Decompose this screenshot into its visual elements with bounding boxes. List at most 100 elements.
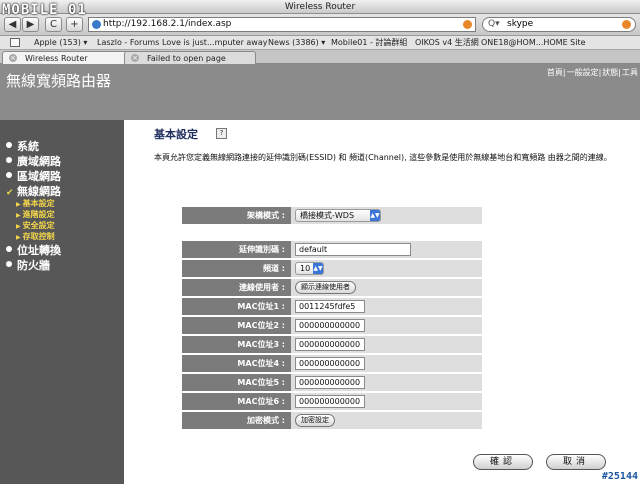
row-essid: 延伸識別碼 : default — [182, 241, 482, 258]
tab-label: Wireless Router — [25, 54, 88, 63]
sidebar-item-label: 廣域網路 — [17, 155, 61, 168]
submenu-security[interactable]: ▶ 安全設定 — [6, 220, 61, 231]
submenu-label: 存取控制 — [22, 232, 55, 241]
search-snapback-icon[interactable] — [622, 20, 631, 29]
mac-value-cell: 0011245fdfe5 — [291, 298, 482, 315]
nav-link-status[interactable]: 狀態 — [602, 68, 618, 77]
row-mac-1: MAC位址1 : 0011245fdfe5 — [182, 298, 482, 315]
sidebar-item-firewall[interactable]: 防火牆 — [6, 257, 61, 272]
channel-select[interactable]: 10 ▲▼ — [295, 262, 324, 275]
tab-label: Failed to open page — [147, 54, 226, 63]
show-connected-users-button[interactable]: 顯示連線使用者 — [295, 281, 356, 294]
mac-label: MAC位址5 : — [182, 374, 291, 391]
forward-button[interactable]: ▶ — [22, 17, 39, 32]
bookmark-item[interactable]: Laszlo - Forums — [97, 36, 159, 49]
browser-toolbar: ◀ ▶ C + http://192.168.2.1/index.asp Q▾ … — [0, 14, 640, 36]
sidebar-item-label: 防火牆 — [17, 259, 50, 272]
mac-1-input[interactable]: 0011245fdfe5 — [295, 300, 365, 313]
mac-label: MAC位址3 : — [182, 336, 291, 353]
row-mac-4: MAC位址4 : 000000000000 — [182, 355, 482, 372]
tab-failed-page[interactable]: × Failed to open page — [124, 51, 256, 64]
mac-5-input[interactable]: 000000000000 — [295, 376, 365, 389]
sidebar-item-label: 位址轉換 — [17, 244, 61, 257]
checkmark-icon: ✔ — [6, 188, 14, 198]
submenu-label: 進階設定 — [22, 210, 55, 219]
submenu-label: 基本設定 — [22, 199, 55, 208]
sidebar-item-nat[interactable]: 位址轉換 — [6, 242, 61, 257]
mac-label: MAC位址2 : — [182, 317, 291, 334]
window-title: Wireless Router — [0, 0, 640, 14]
mac-6-input[interactable]: 000000000000 — [295, 395, 365, 408]
mac-value-cell: 000000000000 — [291, 317, 482, 334]
select-arrow-icon: ▲▼ — [313, 263, 323, 274]
mode-value-cell: 橋接模式-WDS ▲▼ — [291, 207, 482, 224]
address-bar[interactable]: http://192.168.2.1/index.asp — [88, 17, 476, 32]
encryption-cell: 加密設定 — [291, 412, 482, 429]
row-mac-3: MAC位址3 : 000000000000 — [182, 336, 482, 353]
row-mac-6: MAC位址6 : 000000000000 — [182, 393, 482, 410]
essid-label: 延伸識別碼 : — [182, 241, 291, 258]
channel-select-value: 10 — [300, 264, 311, 273]
essid-input[interactable]: default — [295, 243, 411, 256]
mac-label: MAC位址1 : — [182, 298, 291, 315]
mac-4-input[interactable]: 000000000000 — [295, 357, 365, 370]
search-input[interactable]: Q▾ skype — [482, 17, 636, 32]
encryption-settings-button[interactable]: 加密設定 — [295, 414, 335, 427]
mac-value-cell: 000000000000 — [291, 374, 482, 391]
row-connected-users: 連線使用者 : 顯示連線使用者 — [182, 279, 482, 296]
sidebar-item-wireless[interactable]: ✔ 無線網路 — [6, 183, 61, 198]
close-tab-icon[interactable]: × — [131, 54, 139, 62]
submenu-label: 安全設定 — [22, 221, 55, 230]
submenu-advanced[interactable]: ▶ 進階設定 — [6, 209, 61, 220]
add-bookmark-button[interactable]: + — [66, 17, 83, 32]
submenu-access-control[interactable]: ▶ 存取控制 — [6, 231, 61, 242]
arrow-icon: ▶ — [16, 201, 21, 208]
row-encryption: 加密模式 : 加密設定 — [182, 412, 482, 429]
bookmark-item[interactable]: OIKOS v4 生活網 — [415, 36, 479, 49]
mac-label: MAC位址6 : — [182, 393, 291, 410]
bookmark-item[interactable]: News (3386) ▾ — [268, 36, 325, 49]
site-favicon-icon — [92, 20, 101, 29]
mac-2-input[interactable]: 000000000000 — [295, 319, 365, 332]
main-content: 基本設定 ? 本頁允許您定義無線網路連接的延伸識別碼(ESSID) 和 頻道(C… — [124, 120, 640, 484]
mac-3-input[interactable]: 000000000000 — [295, 338, 365, 351]
nav-link-home[interactable]: 首頁 — [547, 68, 563, 77]
sidebar-menu: 系統 廣域網路 區域網路 ✔ 無線網路 ▶ 基本設定 ▶ 進階設定 ▶ 安全設定 ▶ 存取… — [6, 138, 61, 272]
sidebar-item-label: 區域網路 — [17, 170, 61, 183]
sidebar: 系統 廣域網路 區域網路 ✔ 無線網路 ▶ 基本設定 ▶ 進階設定 ▶ 安全設定 ▶ 存取… — [0, 120, 124, 484]
cancel-button[interactable]: 取消 — [546, 454, 606, 470]
connected-users-label: 連線使用者 : — [182, 279, 291, 296]
bullet-icon — [6, 261, 12, 267]
sidebar-item-wan[interactable]: 廣域網路 — [6, 153, 61, 168]
mode-select[interactable]: 橋接模式-WDS ▲▼ — [295, 209, 381, 222]
bullet-icon — [6, 142, 12, 148]
mobile01-watermark-logo: MOBILE 01 — [2, 2, 87, 18]
encryption-label: 加密模式 : — [182, 412, 291, 429]
url-text: http://192.168.2.1/index.asp — [103, 19, 232, 29]
mac-value-cell: 000000000000 — [291, 355, 482, 372]
snapback-icon[interactable] — [463, 20, 472, 29]
arrow-icon: ▶ — [16, 223, 21, 230]
bookmark-item[interactable]: Mobile01 - 討論群組 — [331, 36, 407, 49]
close-tab-icon[interactable]: × — [9, 54, 17, 62]
bookmark-item[interactable]: ONE18@HOM...HOME Site — [481, 36, 586, 49]
bookmarks-book-icon[interactable] — [10, 38, 20, 47]
submenu-basic[interactable]: ▶ 基本設定 — [6, 198, 61, 209]
back-button[interactable]: ◀ — [4, 17, 21, 32]
nav-link-general[interactable]: 一般設定 — [567, 68, 599, 77]
help-icon[interactable]: ? — [216, 128, 227, 139]
nav-link-tools[interactable]: 工具 — [622, 68, 638, 77]
sidebar-item-system[interactable]: 系統 — [6, 138, 61, 153]
sidebar-item-lan[interactable]: 區域網路 — [6, 168, 61, 183]
reload-button[interactable]: C — [45, 17, 62, 32]
search-icon: Q▾ — [488, 19, 500, 29]
bookmarks-bar: Apple (153) ▾ Laszlo - Forums Love is ju… — [0, 36, 640, 50]
tab-wireless-router[interactable]: × Wireless Router — [2, 51, 130, 64]
page-description: 本頁允許您定義無線網路連接的延伸識別碼(ESSID) 和 頻道(Channel)… — [154, 153, 612, 162]
bookmark-item[interactable]: Apple (153) ▾ — [34, 36, 87, 49]
mode-select-value: 橋接模式-WDS — [300, 211, 355, 220]
sidebar-item-label: 無線網路 — [17, 185, 61, 198]
bookmark-item[interactable]: Love is just...mputer away — [162, 36, 267, 49]
ok-button[interactable]: 確認 — [473, 454, 533, 470]
bullet-icon — [6, 246, 12, 252]
